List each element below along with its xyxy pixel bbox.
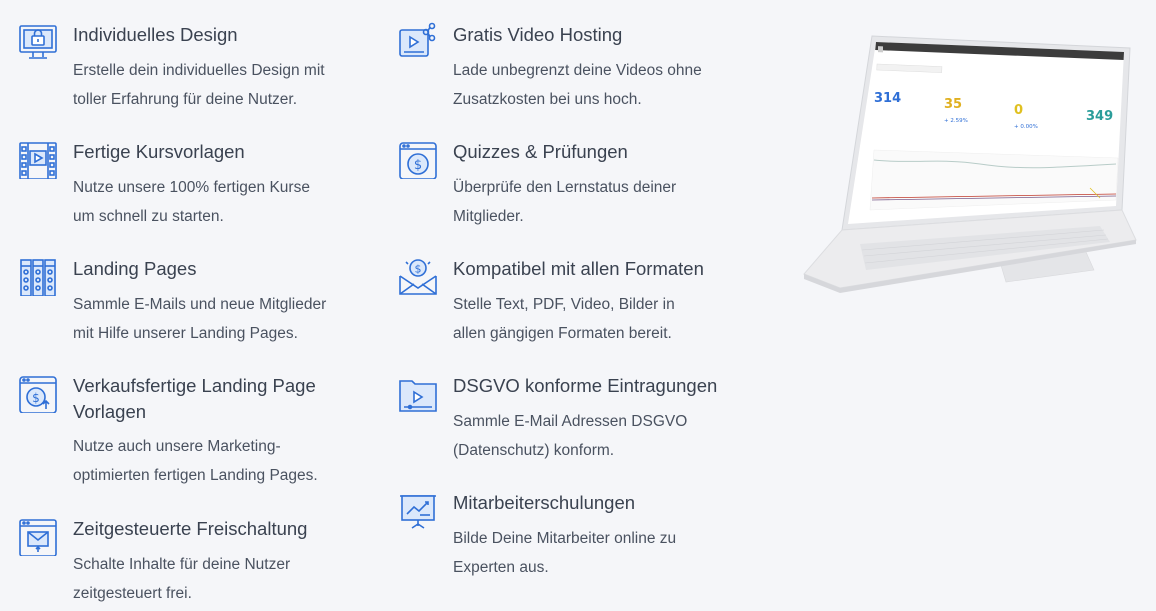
svg-text:$: $ [415, 263, 422, 276]
feature-desc-line: Nutze auch unsere Marketing- [73, 438, 281, 455]
feature-desc-line: Schalte Inhalte für deine Nutzer [73, 556, 291, 573]
feature-desc-line: Sammle E-Mail Adressen DSGVO [453, 413, 688, 430]
feature-title-line: Vorlagen [73, 401, 147, 422]
stat-change-2: + 2.59% [944, 118, 968, 124]
feature-desc-line: Nutze unsere 100% fertigen Kurse [73, 179, 310, 196]
feature-title: DSGVO konforme Eintragungen [453, 375, 718, 396]
design-monitor-icon [18, 22, 58, 62]
feature-desc-line: Experten aus. [453, 559, 549, 576]
feature-desc-line: (Datenschutz) konform. [453, 442, 615, 459]
video-share-icon [398, 22, 438, 62]
feature-desc-line: Mitglieder. [453, 208, 524, 225]
feature-desc-line: Sammle E-Mails und neue Mitglieder [73, 296, 327, 313]
feature-title: Quizzes & Prüfungen [453, 141, 628, 162]
landing-pages-icon [18, 256, 58, 296]
dollar-envelope-icon: $ [398, 256, 438, 296]
stat-value-3: 0 [1014, 103, 1023, 118]
feature-title: Individuelles Design [73, 24, 238, 45]
feature-desc-line: zeitgesteuert frei. [73, 585, 192, 602]
timed-mail-icon [18, 516, 58, 556]
feature-title: Gratis Video Hosting [453, 24, 623, 45]
feature-desc-line: Stelle Text, PDF, Video, Bilder in [453, 296, 675, 313]
feature-desc-line: Erstelle dein individuelles Design mit [73, 62, 325, 79]
presentation-board-icon [398, 490, 438, 530]
stat-change-3: + 0.00% [1014, 124, 1038, 130]
laptop-dashboard-graphic: 314 35 + 2.59% 0 + 0.00% 349 [803, 35, 1137, 293]
feature-title: Fertige Kursvorlagen [73, 141, 245, 162]
feature-title-line: Verkaufsfertige Landing Page [73, 375, 316, 396]
feature-title: Landing Pages [73, 258, 197, 279]
feature-desc-line: Lade unbegrenzt deine Videos ohne [453, 62, 702, 79]
stat-value-4: 349 [1086, 109, 1113, 124]
svg-text:$: $ [32, 391, 40, 405]
feature-desc-line: toller Erfahrung für deine Nutzer. [73, 91, 298, 108]
feature-title: Kompatibel mit allen Formaten [453, 258, 704, 279]
feature-desc-line: Überprüfe den Lernstatus deiner [453, 179, 677, 196]
film-template-icon [18, 139, 58, 179]
dollar-window-icon: $ [398, 139, 438, 179]
feature-desc-line: um schnell zu starten. [73, 208, 224, 225]
feature-desc-line: allen gängigen Formaten bereit. [453, 325, 672, 342]
feature-desc-line: Zusatzkosten bei uns hoch. [453, 91, 642, 108]
feature-desc-line: Bilde Deine Mitarbeiter online zu [453, 530, 677, 547]
laptop-illustration: 314 35 + 2.59% 0 + 0.00% 349 [800, 30, 1140, 300]
feature-desc-line: optimierten fertigen Landing Pages. [73, 467, 318, 484]
stat-value-1: 314 [874, 91, 901, 106]
stat-value-2: 35 [944, 97, 962, 112]
dollar-upload-icon: $ [18, 373, 58, 413]
feature-title: Zeitgesteuerte Freischaltung [73, 518, 308, 539]
feature-title: Mitarbeiterschulungen [453, 492, 636, 513]
feature-desc-line: mit Hilfe unserer Landing Pages. [73, 325, 298, 342]
video-folder-icon [398, 373, 438, 413]
svg-text:$: $ [414, 158, 422, 173]
